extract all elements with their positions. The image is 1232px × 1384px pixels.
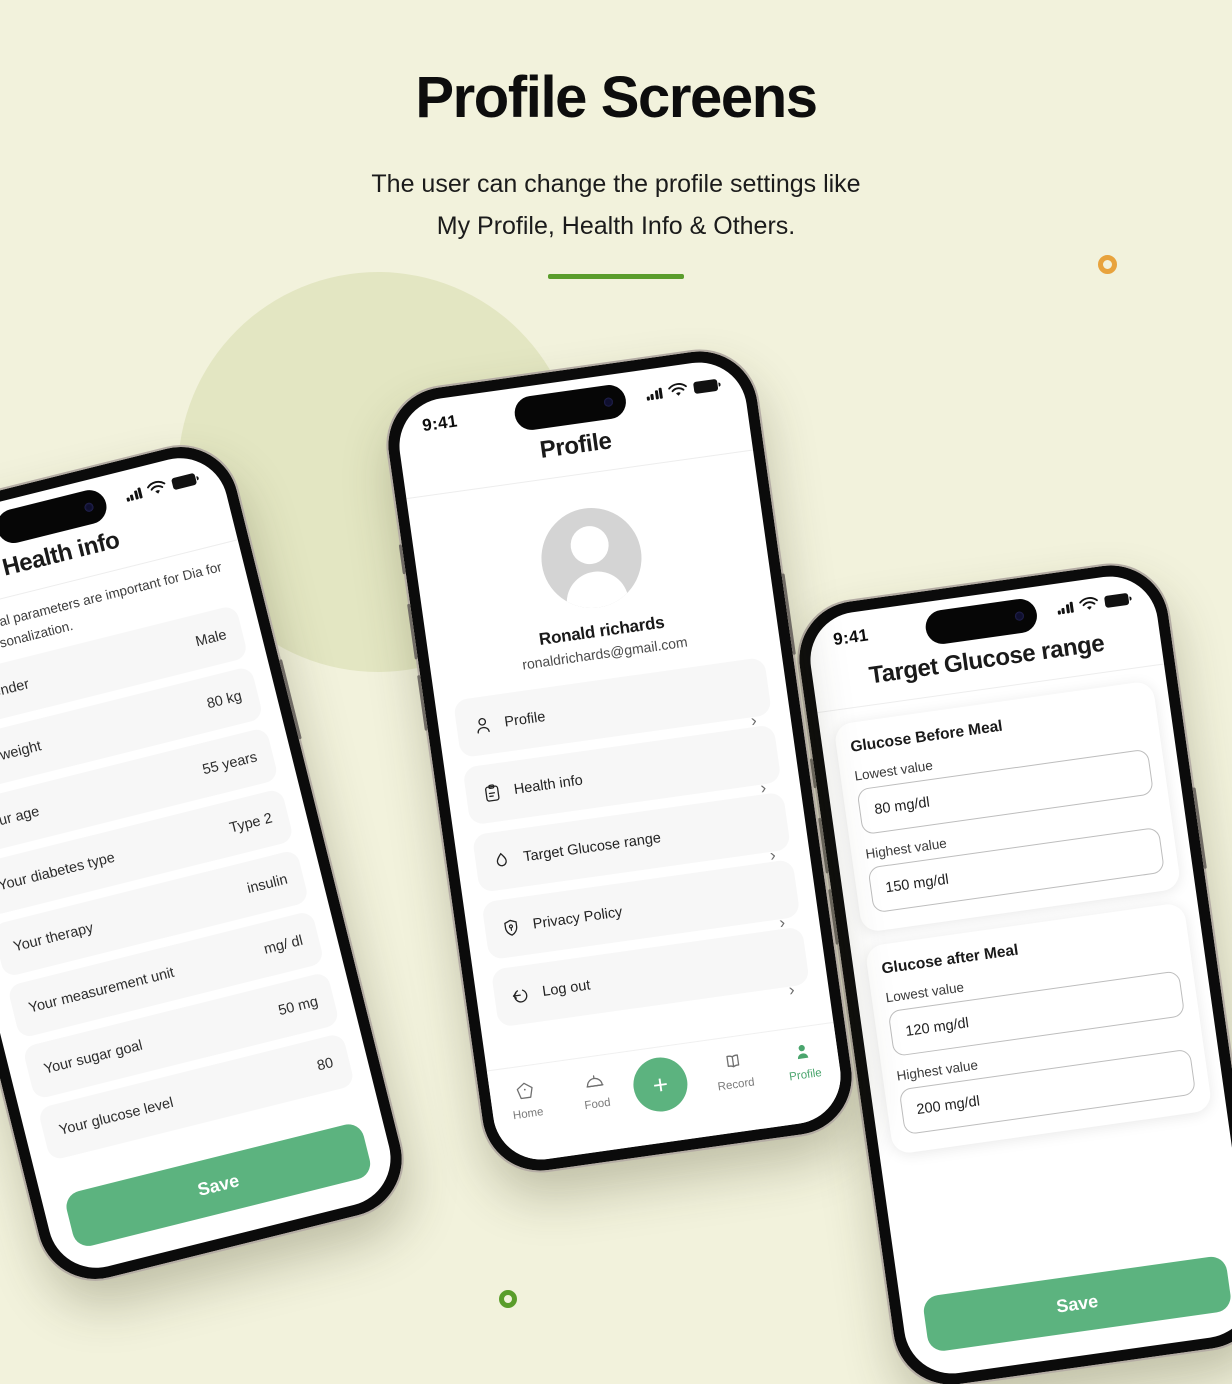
phone-profile: 9:41 Profile Ronald richards ronaldricha…	[378, 341, 862, 1181]
dynamic-island	[923, 596, 1040, 647]
page-title: Profile Screens	[415, 65, 818, 130]
tab-add[interactable]: +	[629, 1054, 701, 1116]
row-label: Your age	[0, 803, 42, 833]
row-label: Your sugar goal	[42, 1037, 145, 1078]
glucose-after-meal-card: Glucose after Meal Lowest value Highest …	[864, 902, 1213, 1155]
tab-food[interactable]: Food	[561, 1064, 630, 1114]
chevron-right-icon: ›	[787, 980, 796, 1000]
row-value: insulin	[245, 871, 290, 897]
health-info-list: Your gender Male Your weight 80 kg Your …	[0, 598, 373, 1165]
front-camera-icon	[83, 501, 95, 513]
row-value: 50 mg	[276, 993, 320, 1019]
status-clock: 9:41	[832, 625, 870, 650]
front-camera-icon	[603, 397, 614, 408]
row-label: Your glucose level	[57, 1094, 176, 1139]
menu-item-label: Log out	[541, 977, 592, 1000]
profile-screen: 9:41 Profile Ronald richards ronaldricha…	[393, 356, 847, 1166]
mockup-canvas: Profile Screens The user can change the …	[0, 0, 1232, 1384]
glucose-before-meal-card: Glucose Before Meal Lowest value Highest…	[833, 680, 1182, 934]
cellular-signal-icon	[1056, 601, 1074, 615]
shield-icon	[504, 919, 518, 936]
menu-item-label: Privacy Policy	[531, 904, 624, 933]
row-value: 80	[315, 1054, 336, 1075]
front-camera-icon	[1014, 611, 1025, 622]
avatar-head	[568, 523, 612, 567]
cellular-signal-icon	[124, 486, 143, 502]
row-value: 80 kg	[205, 688, 244, 713]
row-value: Male	[193, 626, 229, 651]
droplet-icon	[496, 852, 507, 867]
page-subtitle-line-1: The user can change the profile settings…	[371, 169, 861, 198]
row-label: Your diabetes type	[0, 849, 117, 895]
battery-icon	[170, 472, 198, 491]
power-button	[781, 573, 796, 655]
tab-profile[interactable]: Profile	[769, 1035, 838, 1085]
logout-icon	[512, 989, 528, 1003]
battery-icon	[692, 378, 719, 395]
default-avatar-icon	[534, 501, 648, 615]
accent-underline	[548, 273, 684, 279]
page-subtitle: The user can change the profile settings…	[0, 163, 1232, 248]
phone-target-glucose-range: 9:41 Target Glucose range Glucose Before…	[789, 555, 1232, 1384]
status-icons	[644, 375, 719, 405]
row-value: mg/ dl	[262, 932, 305, 958]
row-label: Your weight	[0, 738, 43, 772]
plus-icon: +	[650, 1068, 671, 1101]
avatar-body	[562, 567, 632, 615]
row-label: Your gender	[0, 676, 31, 711]
page-header: Profile Screens The user can change the …	[0, 0, 1232, 279]
target-glucose-screen: 9:41 Target Glucose range Glucose Before…	[804, 570, 1232, 1380]
green-ring-decoration	[499, 1290, 517, 1308]
battery-icon	[1103, 592, 1130, 609]
bottom-tab-bar: Home Food + Record Profile	[486, 1021, 847, 1166]
profile-menu: Profile › Health info › Target Glucose r…	[433, 637, 828, 1030]
tab-home[interactable]: Home	[492, 1074, 561, 1124]
volume-down-button	[417, 674, 428, 731]
book-icon	[700, 1045, 767, 1080]
home-icon	[492, 1074, 559, 1109]
menu-item-label: Profile	[503, 709, 547, 731]
status-icons	[123, 469, 198, 506]
row-value: Type 2	[227, 810, 275, 837]
page-subtitle-line-2: My Profile, Health Info & Others.	[436, 212, 796, 241]
save-button[interactable]: Save	[921, 1254, 1232, 1353]
add-button[interactable]: +	[629, 1054, 691, 1116]
wifi-icon	[147, 480, 166, 494]
status-clock: 9:41	[421, 411, 459, 436]
person-icon	[769, 1035, 836, 1070]
row-value: 55 years	[200, 749, 259, 779]
status-icons	[1055, 589, 1130, 619]
clipboard-icon	[485, 784, 500, 802]
food-dome-icon	[561, 1064, 628, 1099]
dynamic-island	[512, 382, 629, 433]
tab-record[interactable]: Record	[700, 1045, 769, 1095]
user-icon	[477, 717, 490, 734]
wifi-icon	[668, 383, 687, 396]
menu-item-label: Target Glucose range	[522, 830, 662, 866]
power-button	[1192, 787, 1207, 869]
cellular-signal-icon	[645, 387, 663, 401]
menu-item-label: Health info	[512, 772, 584, 798]
wifi-icon	[1079, 597, 1098, 610]
row-label: Your measurement unit	[27, 964, 176, 1017]
row-label: Your therapy	[11, 919, 95, 956]
